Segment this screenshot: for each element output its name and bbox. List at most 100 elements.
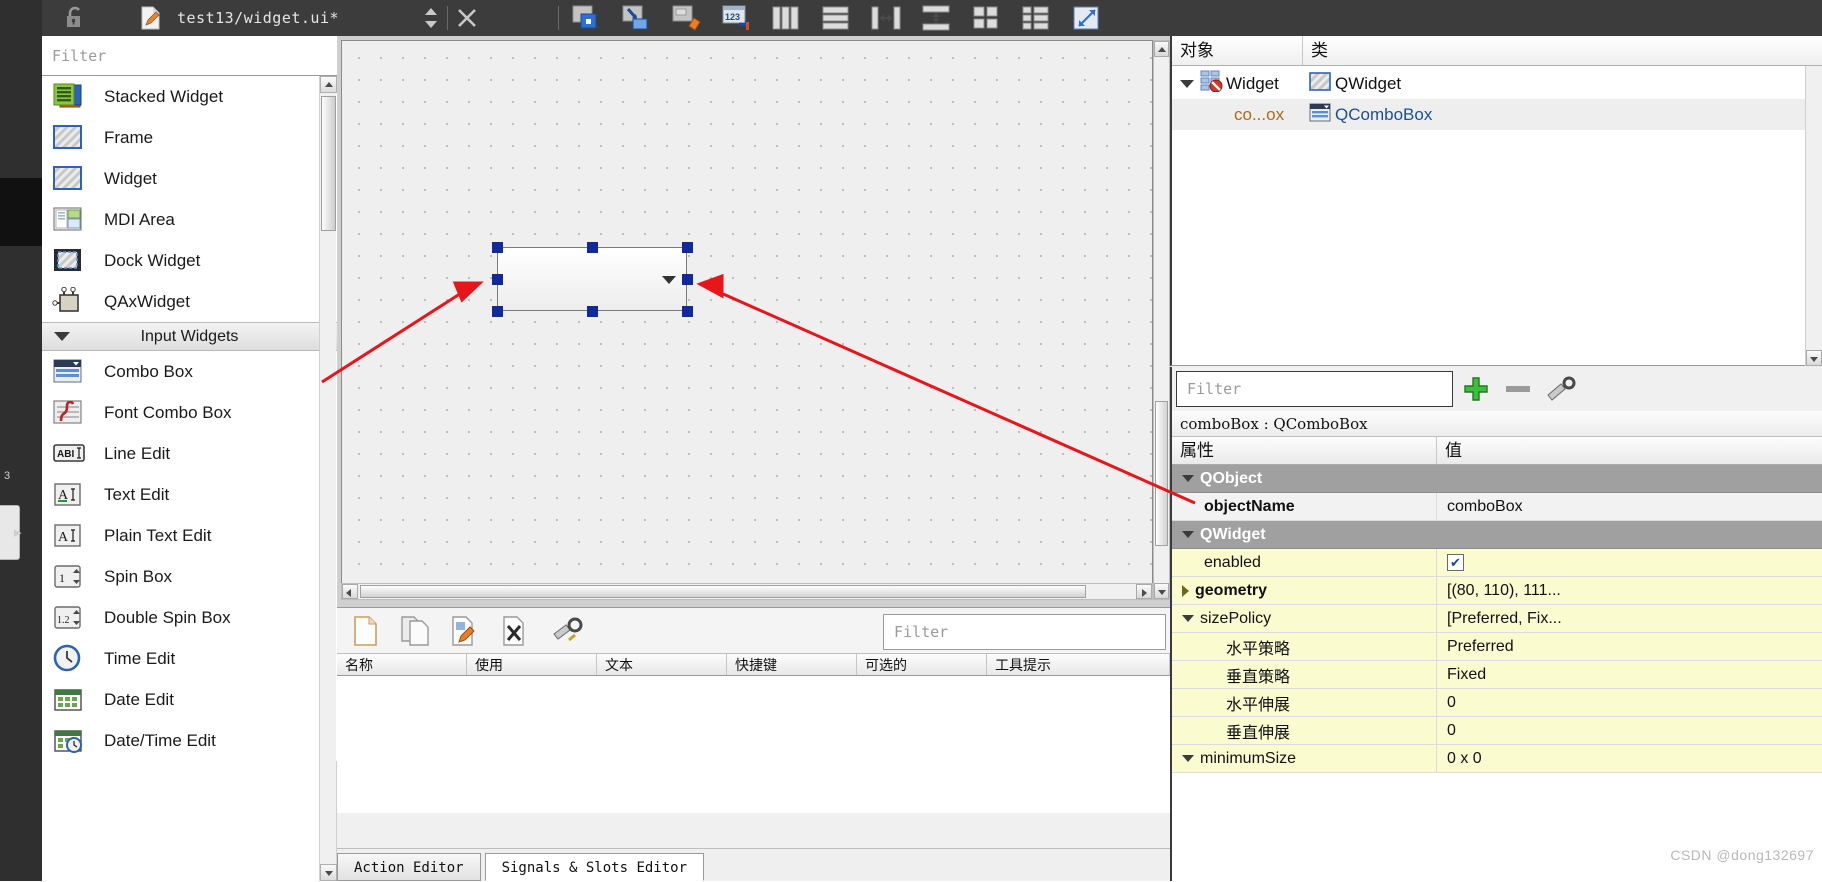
expand-triangle-icon[interactable] — [1182, 531, 1194, 538]
edit-widgets-icon[interactable] — [569, 3, 603, 33]
property-row-sizepolicy[interactable]: sizePolicy [Preferred, Fix... — [1172, 605, 1822, 633]
property-group-qwidget[interactable]: QWidget — [1172, 521, 1822, 549]
widget-item-date-time-edit[interactable]: Date/Time Edit — [42, 720, 337, 761]
widget-box-list[interactable]: Stacked Widget Frame Widget MDI Area Doc — [42, 76, 337, 881]
property-row-vertical-policy[interactable]: 垂直策略 Fixed — [1172, 661, 1822, 689]
widget-item-mdi-area[interactable]: MDI Area — [42, 199, 337, 240]
widget-item-line-edit[interactable]: ABI Line Edit — [42, 433, 337, 474]
copy-action-icon[interactable] — [399, 614, 433, 653]
layout-horizontally-icon[interactable] — [769, 3, 803, 33]
layout-grid-icon[interactable] — [969, 3, 1003, 33]
expand-triangle-icon[interactable] — [1180, 79, 1194, 88]
layout-vertically-icon[interactable] — [819, 3, 853, 33]
property-value-label[interactable]: 0 — [1447, 694, 1456, 712]
action-editor-table-body[interactable] — [337, 676, 1170, 813]
resize-handle-bottom-center[interactable] — [587, 306, 598, 317]
property-value-label[interactable]: [(80, 110), 111... — [1447, 582, 1561, 600]
object-inspector-scrollbar[interactable] — [1805, 66, 1822, 366]
resize-handle-bottom-left[interactable] — [492, 306, 503, 317]
widget-item-qaxwidget[interactable]: QAxWidget — [42, 281, 337, 322]
adjust-size-icon[interactable] — [1069, 3, 1103, 33]
property-editor-rows[interactable]: QObject objectName comboBox QWidget enab… — [1172, 465, 1822, 881]
resize-handle-bottom-right[interactable] — [682, 306, 693, 317]
canvas-vertical-scrollbar[interactable] — [1153, 40, 1170, 600]
edit-buddies-icon[interactable] — [669, 3, 703, 33]
widget-item-date-edit[interactable]: Date Edit — [42, 679, 337, 720]
canvas-hscroll-thumb[interactable] — [360, 585, 1086, 598]
property-value-label[interactable]: comboBox — [1447, 498, 1523, 516]
edit-action-icon[interactable] — [449, 614, 483, 653]
edit-signals-slots-icon[interactable] — [619, 3, 653, 33]
widget-item-frame[interactable]: Frame — [42, 117, 337, 158]
property-row-horizontal-policy[interactable]: 水平策略 Preferred — [1172, 633, 1822, 661]
layout-vertical-splitter-icon[interactable] — [919, 3, 953, 33]
add-dynamic-property-icon[interactable] — [1460, 375, 1492, 408]
object-inspector-row-combobox[interactable]: co...ox QComboBox — [1172, 99, 1822, 130]
widget-item-stacked-widget[interactable]: Stacked Widget — [42, 76, 337, 117]
widget-item-plain-text-edit[interactable]: A Plain Text Edit — [42, 515, 337, 556]
canvas-vscroll-thumb[interactable] — [1155, 401, 1168, 546]
property-value-label[interactable]: Preferred — [1447, 638, 1514, 656]
resize-handle-middle-left[interactable] — [492, 274, 503, 285]
delete-action-icon[interactable] — [499, 614, 533, 653]
property-value-label[interactable]: Fixed — [1447, 666, 1486, 684]
tab-signals-slots-editor[interactable]: Signals & Slots Editor — [484, 853, 705, 881]
chevron-right-icon[interactable]: ▸ — [14, 520, 32, 546]
property-group-qobject[interactable]: QObject — [1172, 465, 1822, 493]
remove-dynamic-property-icon[interactable] — [1502, 375, 1534, 408]
canvas-scroll-down-button[interactable] — [1154, 583, 1169, 599]
property-row-enabled[interactable]: enabled ✔ — [1172, 549, 1822, 577]
configure-property-editor-icon[interactable] — [1544, 375, 1576, 408]
expand-triangle-icon[interactable] — [1182, 755, 1194, 762]
property-value-label[interactable]: [Preferred, Fix... — [1447, 610, 1562, 628]
resize-handle-top-center[interactable] — [587, 242, 598, 253]
widget-item-widget[interactable]: Widget — [42, 158, 337, 199]
expand-triangle-icon[interactable] — [1182, 615, 1194, 622]
property-filter-input[interactable]: Filter — [1176, 371, 1453, 407]
canvas-scroll-right-button[interactable] — [1136, 584, 1152, 599]
widget-item-dock-widget[interactable]: Dock Widget — [42, 240, 337, 281]
widget-item-font-combo-box[interactable]: Font Combo Box — [42, 392, 337, 433]
scroll-up-button[interactable] — [320, 76, 337, 93]
scroll-down-button[interactable] — [320, 864, 337, 881]
expand-triangle-icon[interactable] — [1182, 584, 1189, 597]
widget-item-time-edit[interactable]: Time Edit — [42, 638, 337, 679]
tab-action-editor[interactable]: Action Editor — [337, 853, 481, 881]
configure-action-icon[interactable] — [549, 614, 589, 653]
widget-item-spin-box[interactable]: 1 Spin Box — [42, 556, 337, 597]
canvas-scroll-up-button[interactable] — [1154, 41, 1169, 57]
enabled-checkbox[interactable]: ✔ — [1447, 554, 1464, 571]
property-value-label[interactable]: 0 — [1447, 722, 1456, 740]
widget-item-text-edit[interactable]: A Text Edit — [42, 474, 337, 515]
oi-scroll-down-button[interactable] — [1806, 350, 1822, 366]
property-row-geometry[interactable]: geometry [(80, 110), 111... — [1172, 577, 1822, 605]
property-row-horizontal-stretch[interactable]: 水平伸展 0 — [1172, 689, 1822, 717]
edit-tab-order-icon[interactable]: 123 — [719, 3, 753, 33]
property-row-objectname[interactable]: objectName comboBox — [1172, 493, 1822, 521]
widget-item-combo-box[interactable]: Combo Box — [42, 351, 337, 392]
up-down-arrows-icon[interactable] — [418, 3, 444, 33]
new-action-icon[interactable] — [349, 614, 383, 653]
expand-triangle-icon[interactable] — [1182, 475, 1194, 482]
widget-box-filter-input[interactable]: Filter — [42, 36, 337, 76]
scrollbar-thumb[interactable] — [321, 96, 336, 231]
close-icon[interactable] — [450, 3, 484, 33]
layout-form-icon[interactable] — [1019, 3, 1053, 33]
object-inspector-row-widget[interactable]: Widget QWidget — [1172, 68, 1822, 99]
property-value-label[interactable]: 0 x 0 — [1447, 750, 1482, 768]
layout-horizontal-splitter-icon[interactable] — [869, 3, 903, 33]
bottom-dock-tabs[interactable]: Action Editor Signals & Slots Editor — [337, 848, 1170, 881]
form-canvas[interactable] — [341, 40, 1153, 600]
widget-box-scrollbar[interactable] — [319, 76, 337, 881]
widget-item-double-spin-box[interactable]: 1.2 Double Spin Box — [42, 597, 337, 638]
resize-handle-top-left[interactable] — [492, 242, 503, 253]
resize-handle-middle-right[interactable] — [682, 274, 693, 285]
action-editor-filter-input[interactable]: Filter — [883, 614, 1166, 650]
widget-category-input-widgets[interactable]: Input Widgets — [42, 322, 337, 351]
form-surface[interactable] — [342, 41, 1152, 599]
canvas-horizontal-scrollbar[interactable] — [341, 583, 1153, 600]
property-row-minimumsize[interactable]: minimumSize 0 x 0 — [1172, 745, 1822, 773]
edit-document-icon[interactable] — [134, 3, 168, 33]
property-row-vertical-stretch[interactable]: 垂直伸展 0 — [1172, 717, 1822, 745]
resize-handle-top-right[interactable] — [682, 242, 693, 253]
